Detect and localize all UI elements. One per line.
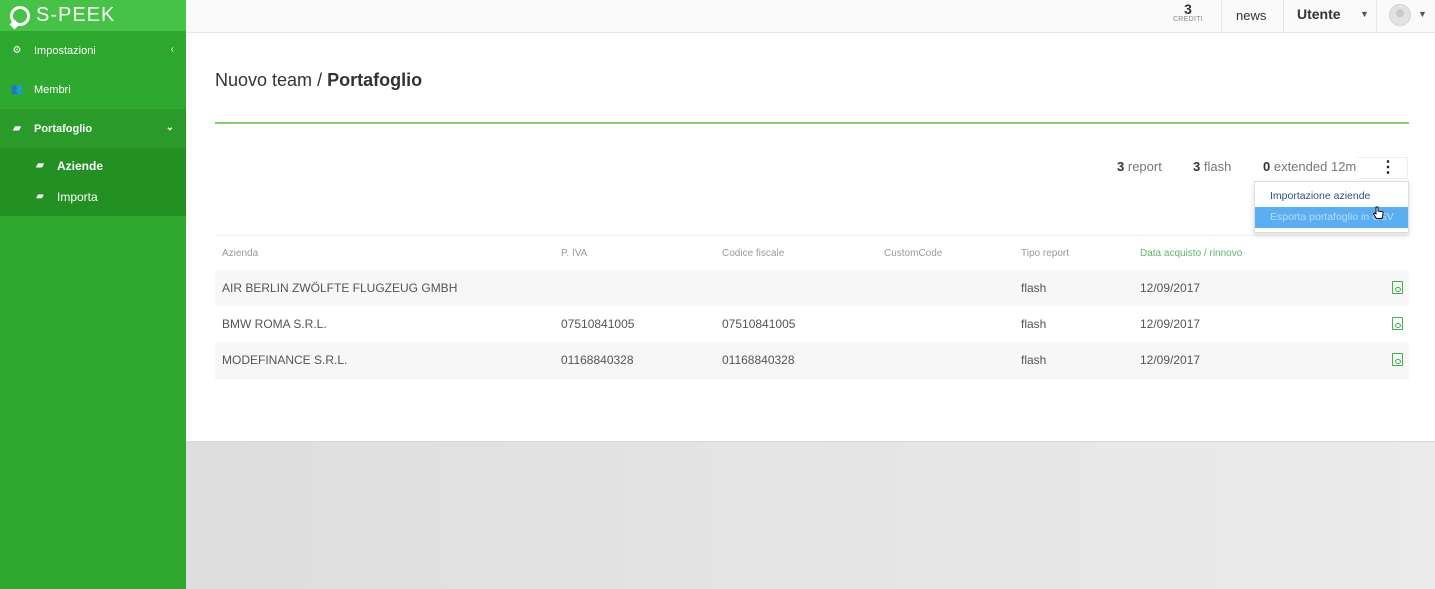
avatar[interactable] <box>1389 4 1411 26</box>
book-icon: ▰ <box>36 191 44 202</box>
page-footer <box>186 441 1435 589</box>
app-name: S-PEEK <box>36 4 116 26</box>
cell-data-acquisto: 12/09/2017 <box>1140 281 1201 295</box>
caret-down-icon[interactable]: ▼ <box>1418 9 1427 19</box>
cell-tipo-report: flash <box>1021 281 1047 295</box>
breadcrumb-separator: / <box>312 70 328 90</box>
sidebar-item-membri[interactable]: 👥 Membri <box>0 70 186 109</box>
column-header-data-acquisto[interactable]: Data acquisto / rinnovo <box>1140 236 1242 270</box>
sidebar-subitem-importa[interactable]: ▰ Importa <box>0 181 186 212</box>
cell-piva: 07510841005 <box>561 317 635 331</box>
table-row[interactable]: MODEFINANCE S.R.L. 01168840328 011688403… <box>215 342 1409 378</box>
sidebar-item-label: Impostazioni <box>34 44 96 57</box>
pdf-download-icon[interactable] <box>1392 317 1403 330</box>
chevron-down-icon: ⌄ <box>165 122 174 133</box>
sidebar-subitem-label: Importa <box>57 189 98 204</box>
app-logo[interactable]: S-PEEK <box>0 0 186 31</box>
pdf-download-icon[interactable] <box>1392 353 1403 366</box>
menu-item-import[interactable]: Importazione aziende <box>1255 186 1408 207</box>
stat-count: 3 <box>1193 159 1201 174</box>
sidebar: S-PEEK ⚙ Impostazioni ‹ 👥 Membri ▰ Porta… <box>0 0 186 589</box>
divider <box>1376 0 1377 33</box>
stat-label: flash <box>1203 159 1232 174</box>
logo-icon <box>10 5 30 26</box>
cell-tipo-report: flash <box>1021 317 1047 331</box>
sidebar-subnav: ▰ Aziende ▰ Importa <box>0 148 186 216</box>
stat-count: 0 <box>1263 159 1271 174</box>
book-icon: ▰ <box>36 160 44 171</box>
stat-count: 3 <box>1117 159 1125 174</box>
cell-azienda: AIR BERLIN ZWÖLFTE FLUGZEUG GMBH <box>222 281 458 295</box>
menu-item-export-csv[interactable]: Esporta portafoglio in CSV <box>1255 207 1408 228</box>
book-icon: ▰ <box>13 123 21 134</box>
caret-down-icon[interactable]: ▼ <box>1360 9 1369 19</box>
sidebar-subitem-label: Aziende <box>57 158 104 173</box>
news-link[interactable]: news <box>1236 8 1266 23</box>
main-content: Nuovo team / Portafoglio 3 report 3 flas… <box>186 33 1435 441</box>
stat-label: report <box>1127 159 1162 174</box>
options-button[interactable]: ⋮ <box>1358 157 1408 179</box>
title-divider <box>215 122 1409 124</box>
cell-azienda: MODEFINANCE S.R.L. <box>222 353 348 367</box>
table-header: Azienda P. IVA Codice fiscale CustomCode… <box>215 236 1409 270</box>
cell-tipo-report: flash <box>1021 353 1047 367</box>
page-title: Nuovo team / Portafoglio <box>215 70 422 91</box>
options-dropdown: Importazione aziende Esporta portafoglio… <box>1254 181 1409 233</box>
credits-count: 3 <box>1184 1 1192 17</box>
cell-azienda: BMW ROMA S.R.L. <box>222 317 327 331</box>
stat-report: 3 report <box>1117 159 1162 174</box>
divider <box>1283 0 1284 33</box>
column-header-tipo-report[interactable]: Tipo report <box>1021 236 1069 270</box>
hand-cursor-icon <box>1372 206 1384 219</box>
breadcrumb-current: Portafoglio <box>327 70 423 90</box>
column-header-azienda[interactable]: Azienda <box>222 236 258 270</box>
column-header-customcode[interactable]: CustomCode <box>884 236 942 270</box>
cell-codice-fiscale: 07510841005 <box>722 317 796 331</box>
table-row[interactable]: BMW ROMA S.R.L. 07510841005 07510841005 … <box>215 306 1409 342</box>
credits-label: CREDITI <box>1172 16 1204 23</box>
pdf-download-icon[interactable] <box>1392 281 1403 294</box>
divider <box>1221 0 1222 33</box>
user-menu[interactable]: Utente <box>1297 6 1341 22</box>
portfolio-table: Azienda P. IVA Codice fiscale CustomCode… <box>215 235 1409 379</box>
column-header-codice-fiscale[interactable]: Codice fiscale <box>722 236 784 270</box>
gears-icon: ⚙ <box>12 45 22 56</box>
table-row[interactable]: AIR BERLIN ZWÖLFTE FLUGZEUG GMBH flash 1… <box>215 270 1409 306</box>
cell-codice-fiscale: 01168840328 <box>722 353 795 367</box>
chevron-left-icon: ‹ <box>170 44 174 55</box>
stat-flash: 3 flash <box>1193 159 1231 174</box>
breadcrumb-parent[interactable]: Nuovo team <box>215 70 312 90</box>
sidebar-item-impostazioni[interactable]: ⚙ Impostazioni ‹ <box>0 31 186 70</box>
sidebar-item-portafoglio[interactable]: ▰ Portafoglio ⌄ <box>0 109 186 148</box>
cell-data-acquisto: 12/09/2017 <box>1140 353 1201 367</box>
users-icon: 👥 <box>10 84 24 95</box>
column-header-piva[interactable]: P. IVA <box>561 236 587 270</box>
sidebar-item-label: Portafoglio <box>34 122 93 135</box>
kebab-menu-icon: ⋮ <box>1380 159 1396 176</box>
cell-data-acquisto: 12/09/2017 <box>1140 317 1201 331</box>
credits-counter[interactable]: 3 CREDITI <box>1172 2 1204 23</box>
sidebar-subitem-aziende[interactable]: ▰ Aziende <box>0 150 186 181</box>
sidebar-item-label: Membri <box>34 83 71 96</box>
stat-label: extended 12m <box>1273 159 1357 174</box>
top-bar: 3 CREDITI news Utente ▼ ▼ <box>186 0 1435 33</box>
stat-extended: 0 extended 12m <box>1263 159 1356 174</box>
cell-piva: 01168840328 <box>561 353 634 367</box>
